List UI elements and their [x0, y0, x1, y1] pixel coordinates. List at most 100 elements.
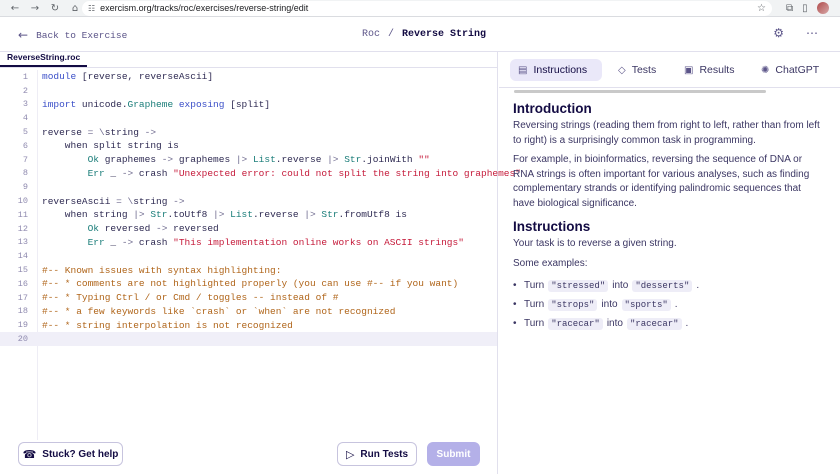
run-tests-button[interactable]: ▷ Run Tests — [337, 442, 417, 466]
line-number: 7 — [22, 154, 28, 165]
star-icon[interactable]: ☆ — [757, 3, 766, 14]
code-text[interactable]: module [reverse, reverseAscii] — [42, 71, 213, 82]
code-text[interactable]: Ok reversed -> reversed — [42, 223, 219, 234]
reload-icon[interactable]: ↻ — [48, 1, 62, 15]
examples-label: Some examples: — [513, 257, 588, 269]
line-number: 8 — [22, 168, 28, 179]
code-line[interactable]: 14 — [0, 249, 497, 263]
code-line[interactable]: 2 — [0, 84, 497, 98]
code-text[interactable]: #-- * comments are not highlighted prope… — [42, 278, 458, 289]
code-text[interactable]: #-- * string interpolation is not recogn… — [42, 320, 293, 331]
code-line[interactable]: 10 reverseAscii = \string -> — [0, 194, 497, 208]
code-text[interactable]: #-- * a few keywords like `crash` or `wh… — [42, 306, 395, 317]
code-line[interactable]: 17 #-- * Typing Ctrl / or Cmd / toggles -… — [0, 291, 497, 305]
forward-icon[interactable]: → — [28, 1, 42, 15]
breadcrumb-track[interactable]: Roc — [362, 29, 380, 40]
code-area[interactable]: 1 module [reverse, reverseAscii] 2 3 import … — [0, 70, 521, 346]
code-line[interactable]: 11 when string |> Str.toUtf8 |> List.rev… — [0, 208, 497, 222]
list-item: • Turn "strops" into "sports". — [513, 298, 678, 311]
code-line[interactable]: 6 when split string is — [0, 139, 497, 153]
line-number: 19 — [17, 320, 28, 331]
back-to-exercise-link[interactable]: ← Back to Exercise — [18, 28, 127, 42]
submit-label: Submit — [436, 448, 471, 460]
code-text[interactable]: Ok graphemes -> graphemes |> List.revers… — [42, 154, 430, 165]
code-line[interactable]: 19 #-- * string interpolation is not reco… — [0, 318, 497, 332]
back-icon[interactable]: ← — [8, 1, 22, 15]
line-number: 2 — [22, 85, 28, 96]
file-tab[interactable]: ReverseString.roc — [0, 52, 88, 67]
more-options-icon[interactable]: ⋯ — [806, 26, 818, 40]
line-number: 10 — [17, 196, 28, 207]
code-text[interactable]: reverseAscii = \string -> — [42, 196, 185, 207]
tab-tests[interactable]: ◇ Tests — [610, 59, 664, 81]
line-number: 14 — [17, 251, 28, 262]
horizontal-scrollbar[interactable] — [514, 90, 766, 93]
line-number: 12 — [17, 223, 28, 234]
profile-avatar[interactable] — [816, 2, 829, 14]
tab-chatgpt[interactable]: ✺ ChatGPT — [753, 59, 827, 81]
code-text[interactable]: Err _ -> crash "This implementation onli… — [42, 237, 464, 248]
code-text[interactable]: when string |> Str.toUtf8 |> List.revers… — [42, 209, 407, 220]
intro-paragraph: Reversing strings (reading them from rig… — [513, 120, 820, 146]
code-line[interactable]: 9 — [0, 180, 497, 194]
code-line[interactable]: 13 Err _ -> crash "This implementation o… — [0, 236, 497, 250]
home-icon[interactable]: ⌂ — [68, 1, 82, 15]
line-number: 5 — [22, 127, 28, 138]
tab-label: Instructions — [533, 64, 588, 76]
instructions-content: Introduction Reversing strings (reading … — [513, 101, 823, 333]
line-number: 18 — [17, 306, 28, 317]
run-label: Run Tests — [360, 448, 409, 460]
line-number: 17 — [17, 292, 28, 303]
code-text[interactable]: Err _ -> crash "Unexpected error: could … — [42, 168, 521, 179]
intro-paragraph: For example, in bioinformatics, reversin… — [513, 154, 810, 209]
tab-label: Results — [699, 64, 735, 76]
code-line[interactable]: 5 reverse = \string -> — [0, 125, 497, 139]
code-line[interactable]: 18 #-- * a few keywords like `crash` or `… — [0, 305, 497, 319]
line-number: 6 — [22, 140, 28, 151]
code-line[interactable]: 7 Ok graphemes -> graphemes |> List.reve… — [0, 153, 497, 167]
examples-list: • Turn "stressed" into "desserts". • Turn "str… — [513, 276, 823, 333]
code-line[interactable]: 16 #-- * comments are not highlighted pro… — [0, 277, 497, 291]
code-line[interactable]: 8 Err _ -> crash "Unexpected error: coul… — [0, 167, 521, 181]
line-number: 9 — [22, 182, 28, 193]
code-line[interactable]: 4 — [0, 111, 497, 125]
tab-instructions[interactable]: ▤ Instructions — [510, 59, 602, 81]
list-item: • Turn "racecar" into "racecar". — [513, 317, 689, 330]
code-text[interactable]: #-- Known issues with syntax highlightin… — [42, 265, 281, 276]
code-line[interactable]: 20 — [0, 332, 497, 346]
code-line[interactable]: 3 import unicode.Grapheme exposing [split… — [0, 98, 497, 112]
url-text: exercism.org/tracks/roc/exercises/revers… — [100, 3, 309, 13]
code-text[interactable]: reverse = \string -> — [42, 127, 156, 138]
panel-tabs: ▤ Instructions ◇ Tests ▣ Results ✺ ChatG… — [499, 52, 840, 88]
line-number: 13 — [17, 237, 28, 248]
address-bar[interactable]: ☷ exercism.org/tracks/roc/exercises/reve… — [82, 0, 772, 16]
code-line[interactable]: 12 Ok reversed -> reversed — [0, 222, 497, 236]
file-tab-bar: ReverseString.roc — [0, 52, 497, 68]
code-text[interactable]: import unicode.Grapheme exposing [split] — [42, 99, 270, 110]
browser-actions: ⧉ ▯ ⋮ — [772, 2, 840, 14]
browser-nav: ← → ↻ ⌂ — [0, 1, 82, 15]
task-paragraph: Your task is to reverse a given string. — [513, 238, 677, 249]
line-number: 11 — [17, 209, 28, 220]
extensions-icon[interactable]: ⧉ — [786, 3, 793, 14]
header-actions: ⚙ ⋯ — [773, 26, 818, 40]
play-icon: ▷ — [345, 447, 355, 461]
site-settings-icon[interactable]: ☷ — [88, 4, 95, 13]
stuck-get-help-button[interactable]: ☎ Stuck? Get help — [18, 442, 123, 466]
settings-gear-icon[interactable]: ⚙ — [773, 26, 784, 40]
app-header: ← Back to Exercise Roc / Reverse String ⚙ … — [0, 17, 840, 52]
introduction-heading: Introduction — [513, 101, 592, 116]
list-item: • Turn "stressed" into "desserts". — [513, 279, 700, 292]
sidebar-icon[interactable]: ▯ — [802, 3, 808, 14]
code-line[interactable]: 15 #-- Known issues with syntax highlight… — [0, 263, 497, 277]
line-number: 4 — [22, 113, 28, 124]
code-text[interactable]: when split string is — [42, 140, 179, 151]
code-text[interactable]: #-- * Typing Ctrl / or Cmd / toggles -- … — [42, 292, 338, 303]
submit-button[interactable]: Submit — [427, 442, 480, 466]
tab-results[interactable]: ▣ Results — [676, 59, 742, 81]
code-line[interactable]: 1 module [reverse, reverseAscii] — [0, 70, 497, 84]
instructions-panel: ▤ Instructions ◇ Tests ▣ Results ✺ ChatG… — [499, 52, 840, 474]
instructions-heading: Instructions — [513, 219, 591, 234]
code-editor-panel: ReverseString.roc 1 module [reverse, reve… — [0, 52, 521, 474]
tab-label: Tests — [631, 64, 657, 76]
